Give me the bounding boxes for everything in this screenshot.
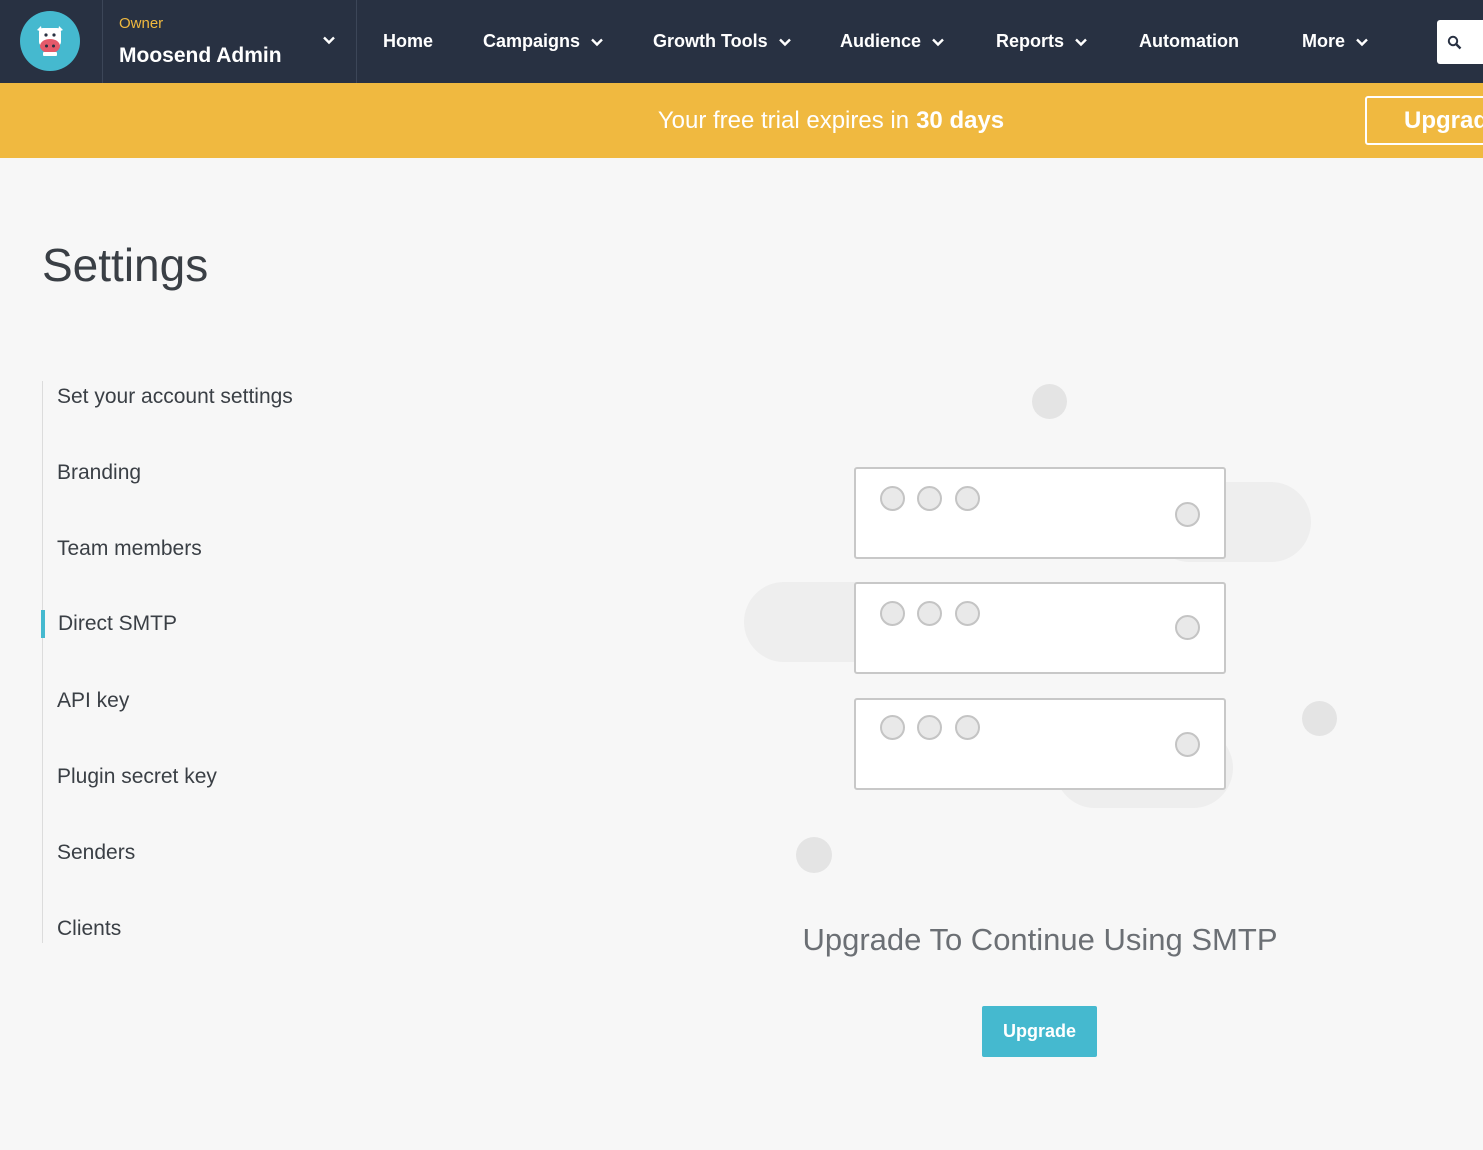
trial-banner: Your free trial expires in 30 days Upgra… (0, 83, 1483, 158)
server-light-icon (1175, 502, 1200, 527)
nav-automation[interactable]: Automation (1139, 0, 1239, 83)
decorative-dot (796, 837, 832, 873)
server-light-icon (1175, 732, 1200, 757)
cow-logo-icon (37, 26, 63, 56)
account-role: Owner (119, 15, 164, 32)
chevron-down-icon (591, 38, 603, 46)
trial-message-text: Your free trial expires in (657, 106, 910, 134)
account-switcher[interactable]: Owner Moosend Admin (102, 0, 357, 83)
nav-home-label: Home (383, 31, 434, 51)
nav-more-label: More (1302, 31, 1346, 51)
upgrade-heading: Upgrade To Continue Using SMTP (802, 922, 1278, 957)
nav-reports[interactable]: Reports (996, 0, 1088, 83)
trial-days-remaining: 30 days (916, 106, 1005, 134)
chevron-down-icon (778, 38, 791, 46)
server-light-icon (917, 601, 942, 626)
chevron-down-icon (1356, 38, 1368, 46)
sidebar-item-account-settings[interactable]: Set your account settings (43, 377, 403, 417)
top-navigation-bar: Owner Moosend Admin Home Campaigns Growt… (0, 0, 1483, 83)
nav-campaigns-label: Campaigns (483, 31, 581, 51)
decorative-dot (1302, 701, 1337, 736)
nav-home[interactable]: Home (383, 0, 433, 83)
sidebar-item-api-key[interactable]: API key (43, 681, 403, 721)
server-light-icon (880, 486, 905, 511)
decorative-dot (1032, 384, 1067, 419)
server-card (854, 698, 1226, 790)
nav-growth-tools[interactable]: Growth Tools (653, 0, 792, 83)
nav-growth-tools-label: Growth Tools (653, 31, 768, 51)
server-light-icon (955, 601, 980, 626)
server-light-icon (880, 601, 905, 626)
sidebar-item-senders[interactable]: Senders (43, 833, 403, 873)
server-light-icon (955, 486, 980, 511)
moosend-logo[interactable] (20, 11, 80, 71)
page-title: Settings (42, 239, 209, 291)
chevron-down-icon (323, 36, 335, 45)
sidebar-item-team-members[interactable]: Team members (43, 529, 403, 569)
nav-automation-label: Automation (1139, 31, 1239, 51)
chevron-down-icon (932, 38, 944, 46)
nav-campaigns[interactable]: Campaigns (483, 0, 604, 83)
sidebar-item-plugin-secret-key[interactable]: Plugin secret key (43, 757, 403, 797)
server-light-icon (955, 715, 980, 740)
banner-upgrade-button[interactable]: Upgrade (1365, 96, 1483, 145)
sidebar-item-direct-smtp[interactable]: Direct SMTP (41, 604, 403, 644)
account-name: Moosend Admin (119, 44, 282, 67)
server-light-icon (1175, 615, 1200, 640)
trial-message: Your free trial expires in 30 days (0, 83, 1483, 158)
nav-more[interactable]: More (1302, 0, 1369, 83)
search-button[interactable] (1437, 20, 1483, 64)
server-light-icon (917, 486, 942, 511)
search-icon (1447, 35, 1462, 49)
sidebar-item-branding[interactable]: Branding (43, 453, 403, 493)
server-card (854, 582, 1226, 674)
nav-audience-label: Audience (840, 31, 922, 51)
server-light-icon (880, 715, 905, 740)
upgrade-button[interactable]: Upgrade (982, 1006, 1097, 1057)
server-card (854, 467, 1226, 559)
chevron-down-icon (1075, 38, 1087, 46)
nav-reports-label: Reports (996, 31, 1065, 51)
server-light-icon (917, 715, 942, 740)
settings-sidebar: Set your account settings Branding Team … (41, 381, 442, 943)
nav-audience[interactable]: Audience (840, 0, 945, 83)
sidebar-item-clients[interactable]: Clients (43, 909, 403, 949)
